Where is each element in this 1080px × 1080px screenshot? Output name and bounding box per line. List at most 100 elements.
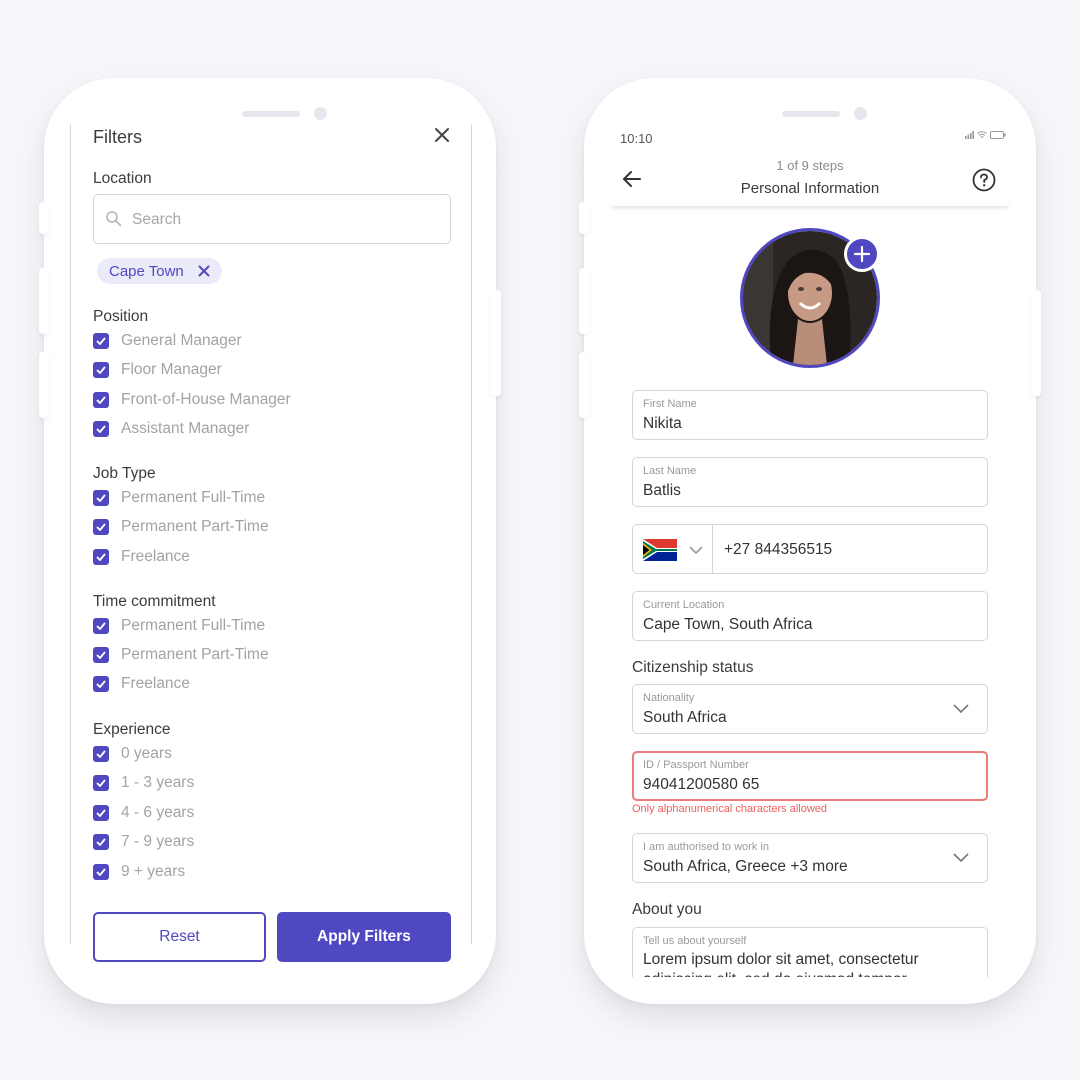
job-type-title: Job Type (93, 465, 156, 482)
current-location-label: Current Location (643, 599, 725, 611)
filters-title: Filters (93, 127, 142, 147)
checkbox-checked-icon (93, 392, 109, 408)
checkbox-label: Front-of-House Manager (121, 391, 291, 408)
last-name-field[interactable]: Last Name Batlis (632, 457, 988, 507)
current-location-field[interactable]: Current Location Cape Town, South Africa (632, 591, 988, 641)
wifi-icon (977, 131, 987, 138)
search-icon (106, 211, 122, 227)
checkbox-experience-0[interactable]: 0 years (93, 743, 172, 765)
checkbox-experience-9-plus[interactable]: 9 + years (93, 861, 185, 883)
add-photo-button[interactable] (844, 236, 880, 272)
nationality-label: Nationality (643, 692, 695, 704)
about-title: About you (632, 901, 702, 918)
last-name-value: Batlis (643, 482, 681, 499)
id-passport-field[interactable]: ID / Passport Number 94041200580 65 (632, 751, 988, 801)
phone-number-value: +27 844356515 (724, 541, 833, 558)
checkbox-checked-icon (93, 834, 109, 850)
time-commitment-title: Time commitment (93, 593, 216, 610)
profile-phone: 10:10 1 of 9 steps Personal Information … (579, 78, 1041, 1004)
checkbox-time-permanent-part-time[interactable]: Permanent Part-Time (93, 644, 269, 666)
checkbox-general-manager[interactable]: General Manager (93, 330, 242, 352)
location-search-input[interactable] (132, 207, 432, 233)
checkbox-front-of-house-manager[interactable]: Front-of-House Manager (93, 389, 291, 411)
checkbox-label: Floor Manager (121, 361, 222, 378)
checkbox-experience-7-9[interactable]: 7 - 9 years (93, 831, 194, 853)
checkbox-checked-icon (93, 549, 109, 565)
checkbox-time-freelance[interactable]: Freelance (93, 673, 190, 695)
about-value: Lorem ipsum dolor sit amet, consectetur … (643, 951, 919, 977)
app-header: 1 of 9 steps Personal Information (610, 148, 1010, 206)
checkbox-checked-icon (93, 746, 109, 762)
chevron-down-icon (953, 853, 969, 863)
checkbox-assistant-manager[interactable]: Assistant Manager (93, 418, 249, 440)
phone-side-button (39, 202, 49, 234)
apply-filters-button[interactable]: Apply Filters (277, 912, 451, 962)
phone-side-button (579, 268, 589, 334)
close-icon[interactable] (431, 124, 453, 146)
phone-speaker (242, 111, 300, 117)
id-error-message: Only alphanumerical characters allowed (632, 803, 828, 815)
checkbox-time-permanent-full-time[interactable]: Permanent Full-Time (93, 615, 265, 637)
checkbox-label: 4 - 6 years (121, 804, 195, 821)
checkbox-experience-4-6[interactable]: 4 - 6 years (93, 802, 194, 824)
experience-title: Experience (93, 721, 171, 738)
checkbox-floor-manager[interactable]: Floor Manager (93, 359, 222, 381)
status-time: 10:10 (620, 131, 653, 146)
checkbox-label: Permanent Full-Time (121, 617, 266, 634)
checkbox-checked-icon (93, 805, 109, 821)
current-location-value: Cape Town, South Africa (643, 616, 813, 633)
checkbox-checked-icon (93, 775, 109, 791)
phone-side-button (491, 290, 501, 396)
phone-number-field[interactable]: +27 844356515 (632, 524, 988, 574)
checkbox-label: 0 years (121, 745, 172, 762)
south-africa-flag-icon[interactable] (643, 539, 677, 561)
checkbox-label: Freelance (121, 548, 190, 565)
checkbox-checked-icon (93, 421, 109, 437)
battery-icon (990, 131, 1006, 139)
page-title: Personal Information (740, 180, 880, 197)
first-name-label: First Name (643, 398, 697, 410)
chevron-down-icon[interactable] (689, 546, 703, 555)
checkbox-checked-icon (93, 647, 109, 663)
nationality-select[interactable]: Nationality South Africa (632, 684, 988, 734)
checkbox-label: 7 - 9 years (121, 833, 195, 850)
location-search-field[interactable] (93, 194, 451, 244)
nationality-value: South Africa (643, 709, 727, 726)
checkbox-checked-icon (93, 676, 109, 692)
first-name-field[interactable]: First Name Nikita (632, 390, 988, 440)
plus-icon (854, 246, 870, 262)
checkbox-label: Assistant Manager (121, 420, 250, 437)
chevron-down-icon (953, 704, 969, 714)
about-textarea[interactable]: Tell us about yourself Lorem ipsum dolor… (632, 927, 988, 977)
remove-chip-icon[interactable] (198, 265, 210, 277)
checkbox-checked-icon (93, 333, 109, 349)
location-title: Location (93, 170, 152, 187)
id-passport-label: ID / Passport Number (643, 759, 749, 771)
phone-camera (314, 107, 327, 120)
work-authorisation-select[interactable]: I am authorised to work in South Africa,… (632, 833, 988, 883)
checkbox-label: Permanent Part-Time (121, 646, 269, 663)
checkbox-experience-1-3[interactable]: 1 - 3 years (93, 772, 194, 794)
help-icon[interactable] (972, 168, 996, 192)
position-title: Position (93, 308, 149, 325)
phone-side-button (39, 268, 49, 334)
citizenship-title: Citizenship status (632, 659, 754, 676)
checkbox-job-permanent-part-time[interactable]: Permanent Part-Time (93, 516, 269, 538)
field-divider (712, 525, 713, 573)
status-icons (965, 131, 1006, 139)
work-authorisation-value: South Africa, Greece +3 more (643, 858, 848, 875)
phone-side-button (1031, 290, 1041, 396)
reset-button[interactable]: Reset (93, 912, 266, 962)
checkbox-job-permanent-full-time[interactable]: Permanent Full-Time (93, 487, 265, 509)
checkbox-checked-icon (93, 519, 109, 535)
about-label: Tell us about yourself (643, 935, 747, 947)
checkbox-label: Permanent Full-Time (121, 489, 266, 506)
work-authorisation-label: I am authorised to work in (643, 841, 769, 853)
phone-speaker (782, 111, 840, 117)
phone-side-button (579, 202, 589, 234)
checkbox-label: General Manager (121, 332, 242, 349)
checkbox-job-freelance[interactable]: Freelance (93, 546, 190, 568)
last-name-label: Last Name (643, 465, 697, 477)
filters-phone: Filters Location Cape Town Position Gene… (39, 78, 501, 1004)
checkbox-checked-icon (93, 490, 109, 506)
